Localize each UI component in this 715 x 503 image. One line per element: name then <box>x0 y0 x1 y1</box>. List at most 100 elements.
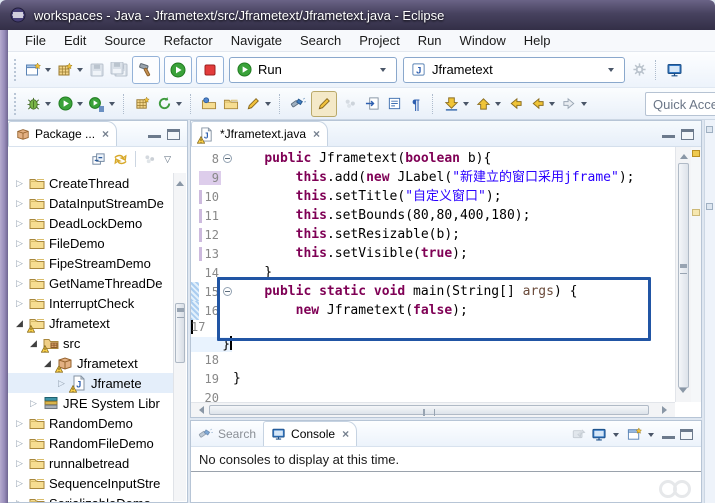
search-button[interactable] <box>287 91 309 117</box>
expand-twisty-icon[interactable]: ▷ <box>14 278 25 289</box>
segment-button[interactable] <box>383 91 405 117</box>
fold-minus-icon[interactable] <box>223 287 232 296</box>
editor-vertical-scrollbar[interactable] <box>675 147 691 402</box>
save-button[interactable] <box>86 57 108 83</box>
toolbar-drag-handle[interactable] <box>14 59 17 81</box>
tree-item-createthread[interactable]: ▷CreateThread <box>8 173 173 193</box>
run-button[interactable] <box>164 56 192 84</box>
collapse-twisty-icon[interactable]: ◢ <box>14 318 25 329</box>
menu-item-window[interactable]: Window <box>451 31 515 50</box>
code-line-17[interactable]: 17 } <box>191 320 193 334</box>
new-wizard-chevron[interactable] <box>45 68 51 75</box>
quick-access-input[interactable]: Quick Access <box>645 92 715 116</box>
expand-twisty-icon[interactable]: ▷ <box>14 418 25 429</box>
tree-item-interruptcheck[interactable]: ▷InterruptCheck <box>8 293 173 313</box>
package-explorer-scrollbar[interactable] <box>173 173 186 501</box>
tree-item-fipestreamdemo[interactable]: ▷FipeStreamDemo <box>8 253 173 273</box>
forward-chevron[interactable] <box>581 102 587 109</box>
scroll-left-arrow[interactable] <box>195 406 204 414</box>
snippet-button[interactable] <box>361 91 383 117</box>
expand-twisty-icon[interactable]: ▷ <box>14 498 25 503</box>
tree-item-sequenceinputstre[interactable]: ▷SequenceInputStre <box>8 473 173 493</box>
open-task-button[interactable] <box>198 91 220 117</box>
expand-twisty-icon[interactable]: ▷ <box>14 478 25 489</box>
expand-twisty-icon[interactable]: ▷ <box>14 458 25 469</box>
prev-annotation-button[interactable] <box>472 91 494 117</box>
terminate-button[interactable] <box>196 56 224 84</box>
disabled-tool-button[interactable] <box>339 91 361 117</box>
display-console-button[interactable] <box>591 427 607 442</box>
run-tool-button[interactable] <box>54 91 76 117</box>
close-icon[interactable]: × <box>100 127 109 141</box>
launch-config-chevron[interactable] <box>608 68 614 75</box>
code-line-16[interactable]: 16 new Jframetext(false); <box>191 301 675 320</box>
run-combo-chevron[interactable] <box>380 68 386 75</box>
code-line-8[interactable]: 8 public Jframetext(boolean b){ <box>191 149 675 168</box>
menu-item-run[interactable]: Run <box>409 31 451 50</box>
code-line-10[interactable]: 10 this.setTitle("自定义窗口"); <box>191 187 675 206</box>
back-chevron[interactable] <box>549 102 555 109</box>
code-line-12[interactable]: 12 this.setResizable(b); <box>191 225 675 244</box>
code-line-11[interactable]: 11 this.setBounds(80,80,400,180); <box>191 206 675 225</box>
collapse-all-button[interactable] <box>91 152 106 167</box>
expand-twisty-icon[interactable]: ▷ <box>14 438 25 449</box>
scrollbar-thumb[interactable] <box>175 303 185 363</box>
tree-item-serializabledemo[interactable]: ▷SerializableDemo <box>8 493 173 502</box>
scroll-down-arrow[interactable] <box>679 388 687 397</box>
console-tab-search[interactable]: Search <box>191 421 263 446</box>
collapse-twisty-icon[interactable]: ◢ <box>28 338 39 349</box>
code-line-20[interactable]: 20 <box>191 388 675 402</box>
expand-twisty-icon[interactable]: ▷ <box>14 218 25 229</box>
new-project-button[interactable] <box>54 57 76 83</box>
menu-item-project[interactable]: Project <box>350 31 408 50</box>
tree-item-jframetext[interactable]: ◢Jframetext <box>8 353 173 373</box>
expand-twisty-icon[interactable]: ▷ <box>14 178 25 189</box>
forward-button[interactable] <box>558 91 580 117</box>
scroll-right-arrow[interactable] <box>662 406 671 414</box>
tree-item-runnalbetread[interactable]: ▷runnalbetread <box>8 453 173 473</box>
code-line-18[interactable]: 18 <box>191 350 675 369</box>
pin-console-button[interactable] <box>571 428 586 442</box>
expand-twisty-icon[interactable]: ▷ <box>14 198 25 209</box>
fold-toggle[interactable] <box>221 154 233 163</box>
menu-item-edit[interactable]: Edit <box>55 31 95 50</box>
refresh-button[interactable] <box>153 91 175 117</box>
maximize-button[interactable] <box>681 129 694 140</box>
debug-chevron[interactable] <box>45 102 51 109</box>
annotate-button[interactable] <box>242 91 264 117</box>
focus-button[interactable] <box>143 152 157 166</box>
tree-item-deadlockdemo[interactable]: ▷DeadLockDemo <box>8 213 173 233</box>
build-button[interactable] <box>132 56 160 84</box>
package-explorer-tab[interactable]: Package ... × <box>8 121 117 146</box>
title-bar[interactable]: workspaces - Java - Jframetext/src/Jfram… <box>0 0 715 30</box>
close-icon[interactable]: × <box>311 127 320 141</box>
open-console-chevron[interactable] <box>648 433 654 440</box>
open-resource-button[interactable] <box>220 91 242 117</box>
view-menu-button[interactable]: ▽ <box>164 154 171 165</box>
menu-item-help[interactable]: Help <box>515 31 560 50</box>
console-tab-console[interactable]: Console× <box>263 421 357 446</box>
run-history-chevron[interactable] <box>109 102 115 109</box>
open-console-button[interactable] <box>627 427 642 442</box>
expand-twisty-icon[interactable]: ▷ <box>56 378 67 389</box>
warning-marker[interactable] <box>692 150 700 157</box>
tree-item-src[interactable]: ◢src <box>8 333 173 353</box>
display-console-chevron[interactable] <box>613 433 619 440</box>
minimize-button[interactable] <box>662 430 675 439</box>
expand-twisty-icon[interactable]: ▷ <box>28 398 39 409</box>
fold-minus-icon[interactable] <box>223 154 232 163</box>
run-history-button[interactable] <box>86 91 108 117</box>
menu-item-navigate[interactable]: Navigate <box>222 31 291 50</box>
debug-button[interactable] <box>22 91 44 117</box>
tree-item-datainputstreamde[interactable]: ▷DataInputStreamDe <box>8 193 173 213</box>
minimize-button[interactable] <box>662 129 675 138</box>
expand-twisty-icon[interactable]: ▷ <box>14 258 25 269</box>
launch-config-combo[interactable]: Jframetext <box>403 57 625 83</box>
annotate-chevron[interactable] <box>265 102 271 109</box>
collapse-twisty-icon[interactable]: ◢ <box>42 358 53 369</box>
code-line-19[interactable]: 19} <box>191 369 675 388</box>
expand-twisty-icon[interactable]: ▷ <box>14 238 25 249</box>
code-line-13[interactable]: 13 this.setVisible(true); <box>191 244 675 263</box>
expand-twisty-icon[interactable]: ▷ <box>14 298 25 309</box>
back-button[interactable] <box>526 91 548 117</box>
